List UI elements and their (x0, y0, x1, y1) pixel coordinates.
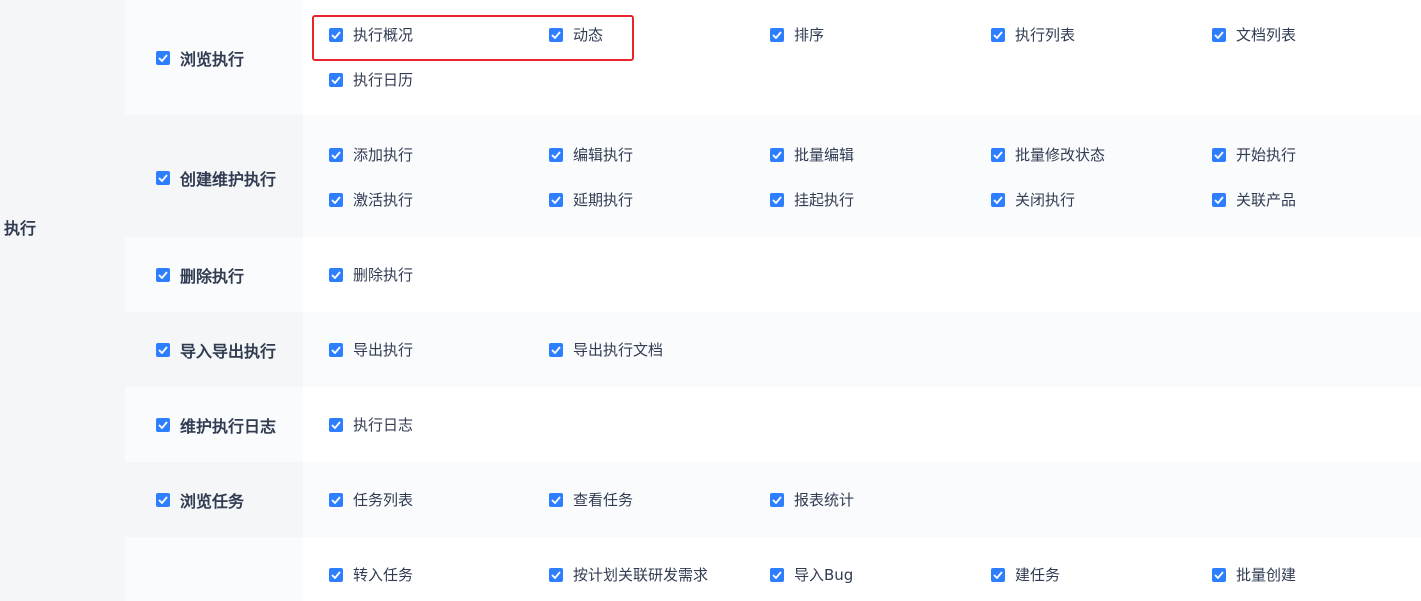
group-cell: 删除执行 (125, 237, 303, 312)
permission-item[interactable]: 开始执行 (1212, 144, 1296, 165)
permission-item[interactable]: 关闭执行 (991, 189, 1075, 210)
permission-group-row: 维护执行日志 执行日志 (125, 387, 1421, 462)
permission-item[interactable]: 转入任务 (329, 564, 413, 585)
group-checkbox-import-export-execution[interactable]: 导入导出执行 (156, 338, 276, 362)
permission-item[interactable]: 执行概况 (329, 24, 413, 45)
checkbox-checked-icon[interactable] (770, 147, 784, 162)
group-checkbox-browse-task[interactable]: 浏览任务 (156, 488, 244, 512)
permission-item[interactable]: 编辑执行 (549, 144, 633, 165)
checkbox-checked-icon[interactable] (156, 171, 170, 185)
module-label: 执行 (4, 219, 37, 238)
checkbox-checked-icon[interactable] (329, 567, 343, 582)
group-cell: 导入导出执行 (125, 312, 303, 387)
checkbox-checked-icon[interactable] (156, 268, 170, 282)
checkbox-checked-icon[interactable] (549, 567, 563, 582)
checkbox-checked-icon[interactable] (770, 567, 784, 582)
group-cell: 维护执行日志 (125, 387, 303, 462)
checkbox-checked-icon[interactable] (156, 418, 170, 432)
permission-item[interactable]: 任务列表 (329, 489, 413, 510)
checkbox-checked-icon[interactable] (549, 492, 563, 507)
group-cell: 创建维护执行 (125, 115, 303, 237)
permission-item[interactable]: 动态 (549, 24, 603, 45)
checkbox-checked-icon[interactable] (156, 343, 170, 357)
permission-item[interactable]: 批量创建 (1212, 564, 1296, 585)
permission-item[interactable]: 导入Bug (770, 564, 853, 585)
permission-item[interactable]: 执行日历 (329, 69, 413, 90)
checkbox-checked-icon[interactable] (329, 192, 343, 207)
permission-item[interactable]: 文档列表 (1212, 24, 1296, 45)
permission-group-row: 浏览任务 任务列表 查看任务 报表统计 (125, 462, 1421, 537)
permission-item[interactable]: 按计划关联研发需求 (549, 564, 708, 585)
checkbox-checked-icon[interactable] (549, 192, 563, 207)
permission-group-row: 转入任务 按计划关联研发需求 导入Bug 建任务 批量创建 (125, 537, 1421, 601)
group-checkbox-create-maintain-execution[interactable]: 创建维护执行 (156, 166, 276, 190)
checkbox-checked-icon[interactable] (329, 27, 343, 42)
group-cell (125, 537, 303, 601)
checkbox-checked-icon[interactable] (1212, 147, 1226, 162)
checkbox-checked-icon[interactable] (156, 493, 170, 507)
permission-item[interactable]: 批量修改状态 (991, 144, 1105, 165)
checkbox-checked-icon[interactable] (770, 27, 784, 42)
group-checkbox-browse-execution[interactable]: 浏览执行 (156, 46, 244, 70)
permission-item[interactable]: 导出执行文档 (549, 339, 663, 360)
group-cell: 浏览执行 (125, 0, 303, 115)
checkbox-checked-icon[interactable] (329, 492, 343, 507)
checkbox-checked-icon[interactable] (329, 267, 343, 282)
checkbox-checked-icon[interactable] (991, 192, 1005, 207)
checkbox-checked-icon[interactable] (329, 417, 343, 432)
permission-item[interactable]: 删除执行 (329, 264, 413, 285)
checkbox-checked-icon[interactable] (329, 342, 343, 357)
checkbox-checked-icon[interactable] (1212, 27, 1226, 42)
permission-item[interactable]: 查看任务 (549, 489, 633, 510)
checkbox-checked-icon[interactable] (991, 27, 1005, 42)
permission-item[interactable]: 关联产品 (1212, 189, 1296, 210)
permission-item[interactable]: 执行日志 (329, 414, 413, 435)
group-checkbox-delete-execution[interactable]: 删除执行 (156, 263, 244, 287)
permission-item[interactable]: 排序 (770, 24, 824, 45)
group-checkbox-maintain-execution-log[interactable]: 维护执行日志 (156, 413, 276, 437)
checkbox-checked-icon[interactable] (156, 51, 170, 65)
checkbox-checked-icon[interactable] (770, 192, 784, 207)
permission-group-row: 导入导出执行 导出执行 导出执行文档 (125, 312, 1421, 387)
checkbox-checked-icon[interactable] (991, 567, 1005, 582)
group-cell: 浏览任务 (125, 462, 303, 537)
permission-group-row: 浏览执行 执行概况 动态 排序 执行列表 文档列表 执行日历 (125, 0, 1421, 115)
checkbox-checked-icon[interactable] (549, 27, 563, 42)
checkbox-checked-icon[interactable] (329, 147, 343, 162)
permission-item[interactable]: 批量编辑 (770, 144, 854, 165)
permission-item[interactable]: 导出执行 (329, 339, 413, 360)
permission-item[interactable]: 延期执行 (549, 189, 633, 210)
permission-item[interactable]: 执行列表 (991, 24, 1075, 45)
checkbox-checked-icon[interactable] (549, 147, 563, 162)
permission-group-row: 删除执行 删除执行 (125, 237, 1421, 312)
checkbox-checked-icon[interactable] (1212, 567, 1226, 582)
permission-item[interactable]: 挂起执行 (770, 189, 854, 210)
permission-item[interactable]: 建任务 (991, 564, 1060, 585)
permission-item[interactable]: 激活执行 (329, 189, 413, 210)
permission-item[interactable]: 添加执行 (329, 144, 413, 165)
checkbox-checked-icon[interactable] (770, 492, 784, 507)
checkbox-checked-icon[interactable] (991, 147, 1005, 162)
checkbox-checked-icon[interactable] (549, 342, 563, 357)
checkbox-checked-icon[interactable] (329, 72, 343, 87)
module-column: 执行 (0, 0, 125, 601)
permission-group-row: 创建维护执行 添加执行 编辑执行 批量编辑 批量修改状态 开始执行 激活执行 延… (125, 115, 1421, 237)
permission-item[interactable]: 报表统计 (770, 489, 854, 510)
checkbox-checked-icon[interactable] (1212, 192, 1226, 207)
